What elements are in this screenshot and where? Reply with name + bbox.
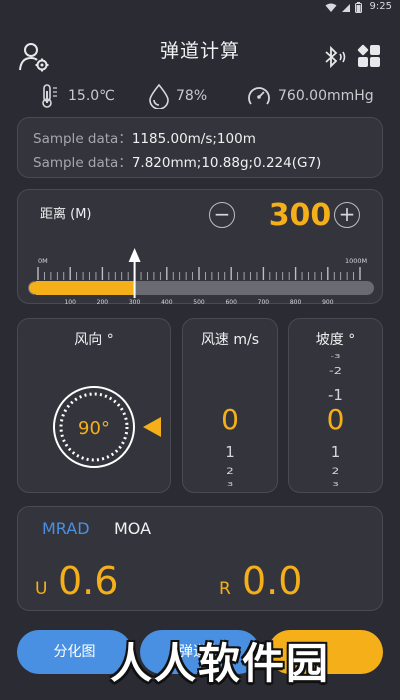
status-time: 9:25 <box>369 1 392 12</box>
app-header: 弹道计算 <box>0 24 400 84</box>
slope-prev-3: -3 <box>330 353 341 360</box>
wind-speed-card[interactable]: 风速 m/s 0 1 2 3 <box>182 318 278 493</box>
mrad-tab[interactable]: MRAD <box>42 519 90 538</box>
wind-speed-next-3: 3 <box>226 481 234 488</box>
ruler-tick-labels: 100 200 300 400 500 600 700 800 900 <box>64 299 333 305</box>
battery-icon <box>355 2 362 13</box>
pressure-value: 760.00mmHg <box>278 88 374 104</box>
ruler-max-label: 1000M <box>345 257 367 265</box>
sample-value: 1185.00m/s;100m <box>131 131 256 147</box>
humidity-drop-icon <box>149 83 169 109</box>
wind-speed-value: 0 <box>221 403 239 436</box>
moa-tab[interactable]: MOA <box>114 519 151 538</box>
pressure-readout[interactable]: 760.00mmHg <box>246 82 374 110</box>
slope-next-3: 3 <box>332 481 339 488</box>
ruler-tick-label: 500 <box>193 299 205 305</box>
apps-grid-icon[interactable] <box>356 44 382 70</box>
ruler-progress-fill <box>36 281 135 295</box>
wind-direction-title: 风向 ° <box>74 332 114 348</box>
wind-speed-title: 风速 m/s <box>200 332 260 348</box>
ruler-tick-label: 100 <box>64 299 76 305</box>
ruler-min-label: 0M <box>38 257 48 265</box>
humidity-value: 78% <box>176 88 208 104</box>
ruler-tick-label: 600 <box>225 299 237 305</box>
wind-direction-dial[interactable]: 90° <box>37 371 177 481</box>
distance-ruler-slider[interactable]: 0M 1000M 100 200 300 400 500 600 700 800 900 <box>18 190 384 305</box>
up-correction-value: 0.6 <box>58 559 119 603</box>
sample-row-bullet: Sample data：7.820mm;10.88g;0.224(G7) <box>33 151 321 171</box>
pressure-gauge-icon <box>248 87 270 105</box>
sample-value: 7.820mm;10.88g;0.224(G7) <box>131 155 322 171</box>
wind-direction-card: 风向 ° 90° <box>17 318 171 493</box>
slope-value: 0 <box>326 403 345 436</box>
ruler-tick-label: 800 <box>290 299 302 305</box>
ruler-tick-label: 300 <box>129 299 141 305</box>
slope-next-1: 1 <box>330 443 341 461</box>
correction-card: MRAD MOA U 0.6 R 0.0 <box>17 506 383 611</box>
sample-row-velocity: Sample data：1185.00m/s;100m <box>33 127 256 147</box>
slope-title: 坡度 ° <box>315 332 356 348</box>
wind-speed-next-2: 2 <box>226 465 234 477</box>
slope-prev-2: -2 <box>329 365 342 378</box>
slope-next-2: 2 <box>331 465 340 477</box>
ruler-tick-label: 400 <box>161 299 173 305</box>
distance-card: 距离 (M) − 300 + 0M 1000M 100 200 300 400 500 6… <box>17 189 384 305</box>
ruler-minor-ticks <box>37 267 361 280</box>
temperature-value: 15.0℃ <box>68 88 115 104</box>
signal-icon <box>342 3 350 12</box>
watermark-text: 人人软件园 <box>110 639 331 688</box>
sample-label: Sample data： <box>33 155 132 171</box>
right-label: R <box>219 579 231 599</box>
sample-data-card[interactable]: Sample data：1185.00m/s;100m Sample data：… <box>17 117 383 178</box>
ruler-tick-label: 700 <box>258 299 270 305</box>
right-correction-value: 0.0 <box>242 559 303 603</box>
ruler-fill-start <box>29 282 41 294</box>
status-bar: 9:25 <box>0 0 400 16</box>
slope-card[interactable]: 坡度 ° -3 -2 -1 0 1 2 3 <box>288 318 383 493</box>
up-label: U <box>35 579 48 599</box>
slope-prev-1: -1 <box>328 386 343 404</box>
temperature-readout[interactable]: 15.0℃ <box>40 82 115 110</box>
ruler-tick-label: 200 <box>97 299 109 305</box>
wind-arrow-icon <box>143 417 161 437</box>
humidity-readout[interactable]: 78% <box>148 82 207 110</box>
thermometer-icon <box>42 84 57 108</box>
sample-label: Sample data： <box>33 131 132 147</box>
ruler-tick-label: 900 <box>322 299 334 305</box>
bluetooth-icon[interactable] <box>322 46 348 68</box>
wifi-icon <box>325 3 337 12</box>
wind-speed-next-1: 1 <box>225 443 235 461</box>
wind-direction-value: 90° <box>78 418 110 439</box>
